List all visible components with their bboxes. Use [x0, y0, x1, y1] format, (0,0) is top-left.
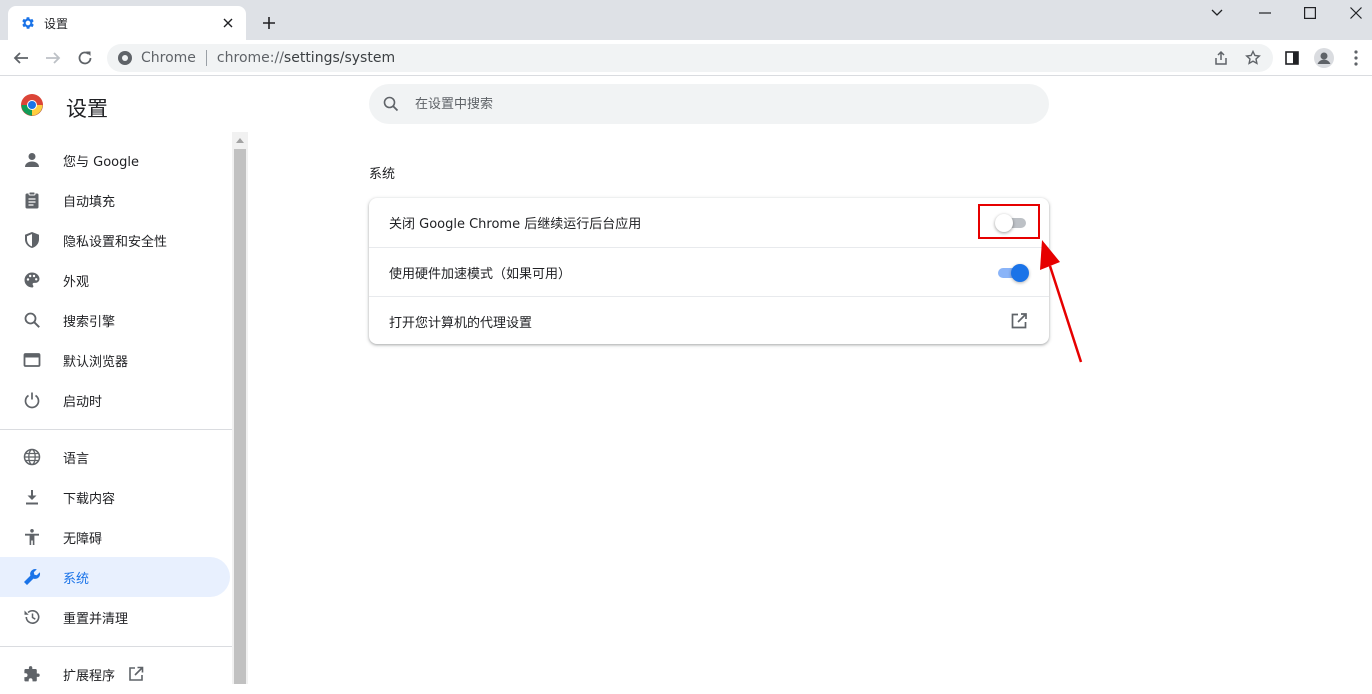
annotation-arrow [1040, 240, 1083, 363]
sidebar-item-you-and-google[interactable]: 您与 Google [0, 140, 230, 180]
toggle-knob [1011, 264, 1029, 282]
tab-close-icon[interactable] [220, 15, 236, 31]
search-icon [22, 310, 42, 330]
puzzle-icon [22, 664, 42, 684]
sidebar-divider [0, 646, 232, 647]
sidebar-item-default-browser[interactable]: 默认浏览器 [0, 340, 230, 380]
sidebar-divider [0, 429, 232, 430]
sidebar-item-label: 您与 Google [63, 154, 139, 170]
sidebar-item-reset[interactable]: 重置并清理 [0, 597, 230, 637]
tab-title: 设置 [44, 16, 69, 31]
scroll-up-arrow-icon[interactable] [232, 132, 248, 149]
settings-search-box[interactable] [369, 84, 1049, 124]
sidebar-scrollbar[interactable] [232, 132, 248, 684]
search-icon [381, 94, 401, 114]
sidebar-item-label: 启动时 [63, 394, 103, 410]
address-separator [205, 50, 207, 66]
tab-settings[interactable]: 设置 [8, 6, 246, 40]
back-arrow-icon[interactable] [9, 46, 33, 70]
sidebar-item-label: 语言 [63, 451, 90, 467]
new-tab-button[interactable] [258, 12, 280, 34]
more-menu-icon[interactable] [1344, 46, 1368, 70]
maximize-icon[interactable] [1287, 2, 1333, 24]
annotation-highlight-box [978, 204, 1040, 239]
minimize-icon[interactable] [1242, 2, 1288, 24]
scrollbar-thumb[interactable] [234, 149, 246, 684]
chrome-logo-icon [20, 93, 44, 117]
clipboard-icon [22, 190, 42, 210]
sidebar-item-label: 扩展程序 [63, 668, 116, 684]
sidebar-item-accessibility[interactable]: 无障碍 [0, 517, 230, 557]
chevron-down-icon[interactable] [1194, 2, 1240, 24]
sidebar-item-system[interactable]: 系统 [0, 557, 230, 597]
side-panel-icon[interactable] [1280, 46, 1304, 70]
sidebar-item-label: 默认浏览器 [63, 354, 129, 370]
tab-strip: 设置 [0, 0, 1372, 40]
sidebar-item-label: 重置并清理 [63, 611, 129, 627]
sidebar-item-label: 系统 [63, 571, 90, 587]
setting-row-proxy-settings[interactable]: 打开您计算机的代理设置 [369, 296, 1049, 345]
shield-icon [22, 230, 42, 250]
setting-label: 打开您计算机的代理设置 [389, 315, 533, 331]
person-icon [22, 150, 42, 170]
sidebar-item-extensions[interactable]: 扩展程序 [0, 654, 230, 694]
reset-icon [22, 607, 42, 627]
forward-arrow-icon[interactable] [41, 46, 65, 70]
sidebar-item-label: 隐私设置和安全性 [63, 234, 168, 250]
sidebar-item-autofill[interactable]: 自动填充 [0, 180, 230, 220]
accessibility-icon [22, 527, 42, 547]
system-settings-card: 关闭 Google Chrome 后继续运行后台应用 使用硬件加速模式（如果可用… [369, 198, 1049, 344]
sidebar-item-appearance[interactable]: 外观 [0, 260, 230, 300]
page-title: 设置 [66, 97, 108, 121]
wrench-icon [22, 567, 42, 587]
share-icon[interactable] [1209, 46, 1233, 70]
settings-sidebar: 您与 Google 自动填充 隐私设置和安全性 外观 搜索引擎 默认浏览器 启动… [0, 140, 232, 684]
site-label: Chrome [141, 50, 196, 66]
search-input[interactable] [415, 96, 1015, 112]
section-title: 系统 [369, 167, 396, 182]
sidebar-item-label: 无障碍 [63, 531, 103, 547]
profile-avatar-icon[interactable] [1312, 46, 1336, 70]
sidebar-item-languages[interactable]: 语言 [0, 437, 230, 477]
address-bar[interactable]: Chrome chrome://settings/system [107, 44, 1273, 72]
url-path: settings/system [283, 50, 396, 66]
sidebar-item-on-startup[interactable]: 启动时 [0, 380, 230, 420]
setting-row-hardware-acceleration[interactable]: 使用硬件加速模式（如果可用） [369, 247, 1049, 296]
sidebar-item-search-engine[interactable]: 搜索引擎 [0, 300, 230, 340]
url-text: chrome://settings/system [217, 50, 395, 66]
browser-toolbar: Chrome chrome://settings/system [0, 40, 1372, 76]
palette-icon [22, 270, 42, 290]
download-icon [22, 487, 42, 507]
sidebar-item-label: 下载内容 [63, 491, 116, 507]
sidebar-item-label: 自动填充 [63, 194, 116, 210]
url-scheme: chrome:// [216, 50, 284, 66]
globe-icon [22, 447, 42, 467]
open-in-new-icon [127, 665, 145, 683]
sidebar-item-label: 搜索引擎 [63, 314, 116, 330]
open-external-icon[interactable] [1009, 311, 1029, 331]
reload-icon[interactable] [73, 46, 97, 70]
hardware-acceleration-toggle[interactable] [995, 264, 1029, 282]
sidebar-item-label: 外观 [63, 274, 90, 290]
bookmark-star-icon[interactable] [1241, 46, 1265, 70]
chrome-site-icon [117, 50, 133, 66]
browser-window-icon [22, 350, 42, 370]
close-icon[interactable] [1333, 2, 1372, 24]
setting-row-background-apps[interactable]: 关闭 Google Chrome 后继续运行后台应用 [369, 198, 1049, 247]
sidebar-item-downloads[interactable]: 下载内容 [0, 477, 230, 517]
gear-icon [20, 15, 36, 31]
setting-label: 关闭 Google Chrome 后继续运行后台应用 [389, 217, 642, 232]
sidebar-item-privacy[interactable]: 隐私设置和安全性 [0, 220, 230, 260]
setting-label: 使用硬件加速模式（如果可用） [389, 266, 572, 282]
power-icon [22, 390, 42, 410]
